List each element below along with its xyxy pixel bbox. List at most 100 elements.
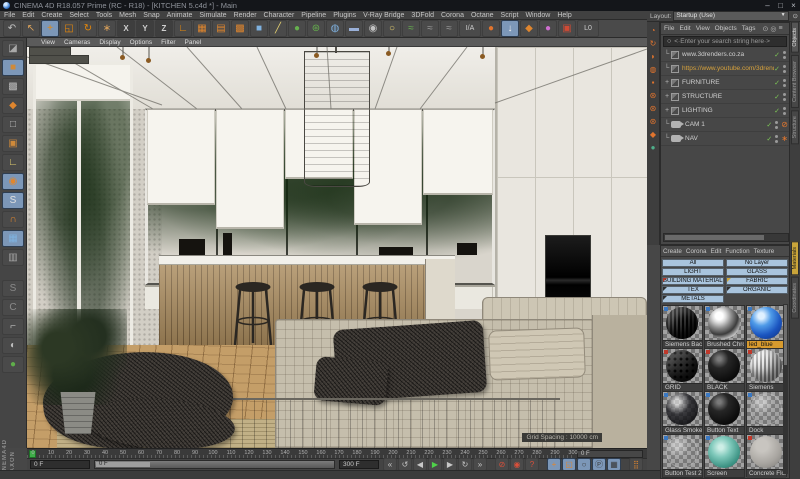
filter-icon[interactable]: ≡: [778, 25, 782, 32]
material-button-test-2[interactable]: Button Test 2: [662, 434, 703, 477]
close-button[interactable]: ×: [787, 0, 800, 11]
side-tab-content-browser[interactable]: Content Browser: [791, 55, 799, 108]
search-input[interactable]: ○ <·Enter your search string here·>: [663, 36, 787, 47]
display-toggle-icon[interactable]: ◐: [2, 337, 24, 354]
download-icon[interactable]: ↓: [501, 20, 519, 37]
object-row-www-3drenders-co-za[interactable]: └www.3drenders.co.za✓: [661, 48, 789, 62]
lock-icon[interactable]: ▥: [2, 249, 24, 266]
object-row-lighting[interactable]: +LIGHTING✓: [661, 104, 789, 118]
enable-check-icon[interactable]: ✓: [766, 121, 772, 129]
viewport-menu-filter[interactable]: Filter: [161, 39, 175, 46]
visibility-dots-icon[interactable]: [783, 65, 786, 68]
layer-button-fabric[interactable]: FABRIC: [726, 277, 788, 285]
console-icon[interactable]: C: [2, 299, 24, 316]
layer-button-no-layer[interactable]: No Layer: [726, 259, 788, 267]
render-region-icon[interactable]: ▤: [212, 20, 230, 37]
camera-disabled-icon[interactable]: ⊘: [781, 120, 788, 129]
corona-comet-icon[interactable]: ●: [482, 20, 500, 37]
menu-octane[interactable]: Octane: [471, 12, 494, 19]
side-tab-materials[interactable]: Materials: [791, 241, 799, 275]
expand-icon[interactable]: +: [663, 93, 671, 100]
corona-render-icon[interactable]: ◔: [648, 24, 659, 36]
object-row-furniture[interactable]: +FURNITURE✓: [661, 76, 789, 90]
target-icon[interactable]: ◎: [770, 25, 776, 33]
rotate-tool-icon[interactable]: ↻: [79, 20, 97, 37]
viewport-menu-panel[interactable]: Panel: [185, 39, 202, 46]
maximize-button[interactable]: □: [774, 0, 787, 11]
object-row-cam-1[interactable]: └CAM 1✓⊘: [661, 118, 789, 132]
enable-check-icon[interactable]: ✓: [774, 51, 780, 59]
add-light-icon[interactable]: ○: [383, 20, 401, 37]
layout-dropdown[interactable]: Startup (Use) ▼: [673, 11, 788, 21]
material-concrete-floor-b[interactable]: Concrete Floor B: [746, 434, 787, 477]
menu-character[interactable]: Character: [264, 12, 295, 19]
corona-material-icon[interactable]: ◗: [648, 50, 659, 62]
menu-file[interactable]: File: [4, 12, 15, 19]
frame-range-slider[interactable]: 0 F: [94, 460, 335, 469]
current-frame-field[interactable]: 0 F: [30, 460, 90, 469]
viewport-menu-cameras[interactable]: Cameras: [64, 39, 90, 46]
render-view-icon[interactable]: ▦: [193, 20, 211, 37]
object-label[interactable]: www.3drenders.co.za: [682, 51, 774, 58]
material-grid[interactable]: GRID: [662, 348, 703, 391]
menu-script[interactable]: Script: [501, 12, 519, 19]
object-label[interactable]: FURNITURE: [682, 79, 774, 86]
undo-icon[interactable]: ↶: [3, 20, 21, 37]
end-frame-field[interactable]: 300 F: [339, 460, 379, 469]
layer-button-building-materials[interactable]: BUILDING MATERIALS: [662, 277, 724, 285]
workplane-icon[interactable]: ▦: [2, 230, 24, 247]
layer-button-tex[interactable]: TEX: [662, 286, 724, 294]
viewport-scene[interactable]: Grid Spacing : 10000 cm: [27, 47, 647, 448]
make-editable-icon[interactable]: ◪: [2, 40, 24, 57]
material-button-text[interactable]: Button Text: [704, 391, 745, 434]
l0-icon[interactable]: L0: [577, 20, 599, 37]
visibility-dots-icon[interactable]: [783, 51, 786, 54]
model-mode-icon[interactable]: ■: [2, 59, 24, 76]
corona-flame-icon[interactable]: ◆: [648, 128, 659, 140]
enable-check-icon[interactable]: ✓: [774, 65, 780, 73]
material-siemens[interactable]: Siemens: [746, 348, 787, 391]
frame-offset-field[interactable]: 0 F: [577, 450, 643, 458]
menu-simulate[interactable]: Simulate: [199, 12, 226, 19]
viewport-menu-display[interactable]: Display: [99, 39, 120, 46]
menu-select[interactable]: Select: [69, 12, 88, 19]
menu-pipeline[interactable]: Pipeline: [301, 12, 326, 19]
menu-animate[interactable]: Animate: [167, 12, 193, 19]
menu-edit[interactable]: Edit: [22, 12, 34, 19]
viewport-menu-options[interactable]: Options: [130, 39, 152, 46]
side-tab-objects[interactable]: Objects: [791, 22, 799, 53]
object-manager-menu-tags[interactable]: Tags: [742, 25, 756, 32]
camera-active-icon[interactable]: ∗: [781, 134, 788, 143]
menu-window[interactable]: Window: [525, 12, 550, 19]
menu-snap[interactable]: Snap: [143, 12, 159, 19]
object-label[interactable]: CAM 1: [685, 121, 766, 128]
menu-render[interactable]: Render: [234, 12, 257, 19]
material-screen[interactable]: Screen: [704, 434, 745, 477]
menu-mesh[interactable]: Mesh: [119, 12, 136, 19]
visibility-dots-icon[interactable]: [783, 79, 786, 82]
menu-tools[interactable]: Tools: [96, 12, 112, 19]
safe-frames-icon[interactable]: ●: [2, 356, 24, 373]
history-icon[interactable]: S: [2, 280, 24, 297]
minimize-button[interactable]: –: [761, 0, 774, 11]
corona-leaf-icon[interactable]: ●: [648, 141, 659, 153]
layer-button-light[interactable]: LIGHT: [662, 268, 724, 276]
slider-handle[interactable]: 0 F: [96, 462, 150, 467]
layout-search-icon[interactable]: ⊙: [793, 12, 798, 20]
simulate-icon[interactable]: ≈: [402, 20, 420, 37]
object-label[interactable]: LIGHTING: [682, 107, 774, 114]
object-row-https-www-youtube-com-3drenders[interactable]: └https://www.youtube.com/3drenders✓: [661, 62, 789, 76]
menu-3dfold[interactable]: 3DFold: [411, 12, 434, 19]
add-floor-icon[interactable]: ▬: [345, 20, 363, 37]
layer-button-glass[interactable]: GLASS: [726, 268, 788, 276]
live-selection-icon[interactable]: ↖: [22, 20, 40, 37]
material-glass-smoked[interactable]: Glass Smoked: [662, 391, 703, 434]
object-row-nav[interactable]: └NAV✓∗: [661, 132, 789, 146]
snap-toggle-icon[interactable]: S: [2, 192, 24, 209]
airbrush-icon[interactable]: ◉: [2, 173, 24, 190]
move-tool-icon[interactable]: +: [41, 20, 59, 37]
edges-mode-icon[interactable]: □: [2, 116, 24, 133]
side-tab-coordinates[interactable]: Coordinates: [791, 277, 799, 319]
corona-sun-icon[interactable]: ⊛: [648, 89, 659, 101]
wrench-icon[interactable]: ⌐: [2, 318, 24, 335]
